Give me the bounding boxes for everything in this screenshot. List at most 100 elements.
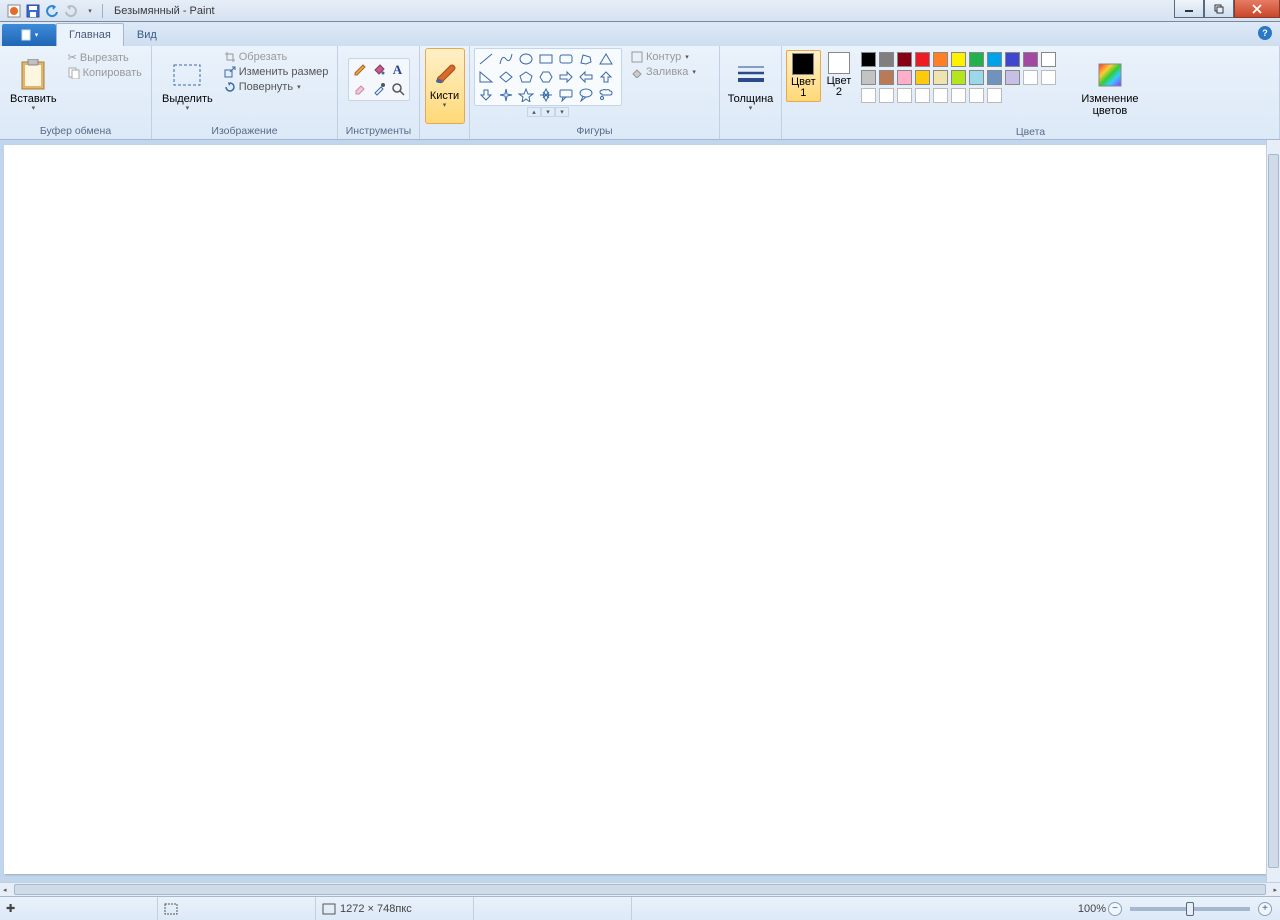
rotate-button[interactable]: Повернуть▾ [221,80,332,94]
vertical-scrollbar[interactable] [1266,140,1280,882]
color-swatch-empty[interactable] [861,88,876,103]
shape-callout-cloud[interactable] [596,86,616,104]
minimize-button[interactable] [1174,0,1204,18]
file-tab[interactable]: ▾ [2,24,56,46]
shape-star4[interactable] [496,86,516,104]
color-swatch[interactable] [1023,52,1038,67]
shape-callout-oval[interactable] [576,86,596,104]
color-swatch[interactable] [879,70,894,85]
color-swatch[interactable] [969,70,984,85]
color-swatch[interactable] [933,70,948,85]
color-swatch[interactable] [861,52,876,67]
shape-line[interactable] [476,50,496,68]
shape-star5[interactable] [516,86,536,104]
cut-button[interactable]: ✂Вырезать [65,50,145,65]
color2-button[interactable]: Цвет 2 [823,50,856,100]
color-swatch[interactable] [1005,52,1020,67]
text-tool[interactable]: A [389,61,407,79]
zoom-level: 100% [1078,903,1106,915]
zoom-out-button[interactable]: − [1108,902,1122,916]
color-swatch[interactable] [969,52,984,67]
undo-icon[interactable] [43,2,61,20]
brushes-button[interactable]: Кисти▾ [425,48,465,124]
color-swatch[interactable] [933,52,948,67]
color-swatch-empty[interactable] [969,88,984,103]
selection-size-icon [164,903,178,915]
color-swatch[interactable] [879,52,894,67]
color-swatch[interactable] [897,70,912,85]
color-swatch-empty[interactable] [1023,70,1038,85]
paste-button[interactable]: Вставить▾ [4,48,63,124]
outline-button[interactable]: Контур▾ [628,50,699,64]
shape-hexagon[interactable] [536,68,556,86]
color-swatch-empty[interactable] [897,88,912,103]
eraser-tool[interactable] [351,80,369,98]
shapes-expand[interactable]: ▾ [555,107,569,117]
resize-icon [224,66,236,78]
zoom-slider[interactable] [1130,907,1250,911]
color-swatch-empty[interactable] [879,88,894,103]
shape-roundrect[interactable] [556,50,576,68]
shapes-gallery[interactable] [474,48,622,106]
edit-colors-button[interactable]: Изменение цветов [1075,50,1144,126]
fill-button[interactable]: Заливка▾ [628,65,699,79]
color-swatch-empty[interactable] [915,88,930,103]
color-swatch[interactable] [1041,52,1056,67]
color-swatch[interactable] [897,52,912,67]
help-icon[interactable]: ? [1258,26,1272,40]
horizontal-scrollbar[interactable]: ◂ ▸ [0,882,1280,896]
crop-button[interactable]: Обрезать [221,50,332,64]
zoom-in-button[interactable]: + [1258,902,1272,916]
size-button[interactable]: Толщина▾ [722,48,780,124]
shape-triangle[interactable] [596,50,616,68]
select-button[interactable]: Выделить▾ [156,48,219,124]
shape-right-tri[interactable] [476,68,496,86]
color2-swatch [828,52,850,74]
shape-arrow-r[interactable] [556,68,576,86]
picker-tool[interactable] [370,80,388,98]
shape-rect[interactable] [536,50,556,68]
color-swatch-empty[interactable] [933,88,948,103]
shapes-scroll-up[interactable]: ▴ [527,107,541,117]
color-swatch-empty[interactable] [987,88,1002,103]
color-swatch[interactable] [987,52,1002,67]
color-swatch[interactable] [861,70,876,85]
group-label-tools: Инструменты [342,125,415,139]
shape-curve[interactable] [496,50,516,68]
close-button[interactable] [1234,0,1280,18]
shape-polygon[interactable] [576,50,596,68]
color-swatch[interactable] [951,70,966,85]
shape-arrow-l[interactable] [576,68,596,86]
pencil-tool[interactable] [351,61,369,79]
color-swatch[interactable] [1005,70,1020,85]
color-swatch[interactable] [987,70,1002,85]
save-icon[interactable] [24,2,42,20]
canvas[interactable] [4,145,1266,874]
copy-button[interactable]: Копировать [65,66,145,80]
fill-tool[interactable] [370,61,388,79]
tab-home[interactable]: Главная [56,23,124,46]
magnifier-tool[interactable] [389,80,407,98]
shape-callout-rect[interactable] [556,86,576,104]
shape-arrow-u[interactable] [596,68,616,86]
color-palette [861,50,1071,106]
maximize-button[interactable] [1204,0,1234,18]
redo-icon[interactable] [62,2,80,20]
color-swatch[interactable] [915,70,930,85]
color-swatch-empty[interactable] [951,88,966,103]
resize-button[interactable]: Изменить размер [221,65,332,79]
shapes-scroll-down[interactable]: ▾ [541,107,555,117]
group-label-clipboard: Буфер обмена [4,125,147,139]
shape-pentagon[interactable] [516,68,536,86]
shape-oval[interactable] [516,50,536,68]
shape-arrow-d[interactable] [476,86,496,104]
shape-diamond[interactable] [496,68,516,86]
color1-button[interactable]: Цвет 1 [786,50,821,102]
tab-view[interactable]: Вид [124,23,170,46]
shape-star6[interactable] [536,86,556,104]
image-size-icon [322,903,336,915]
color-swatch[interactable] [951,52,966,67]
color-swatch-empty[interactable] [1041,70,1056,85]
color-swatch[interactable] [915,52,930,67]
qat-customize-icon[interactable]: ▾ [81,2,99,20]
